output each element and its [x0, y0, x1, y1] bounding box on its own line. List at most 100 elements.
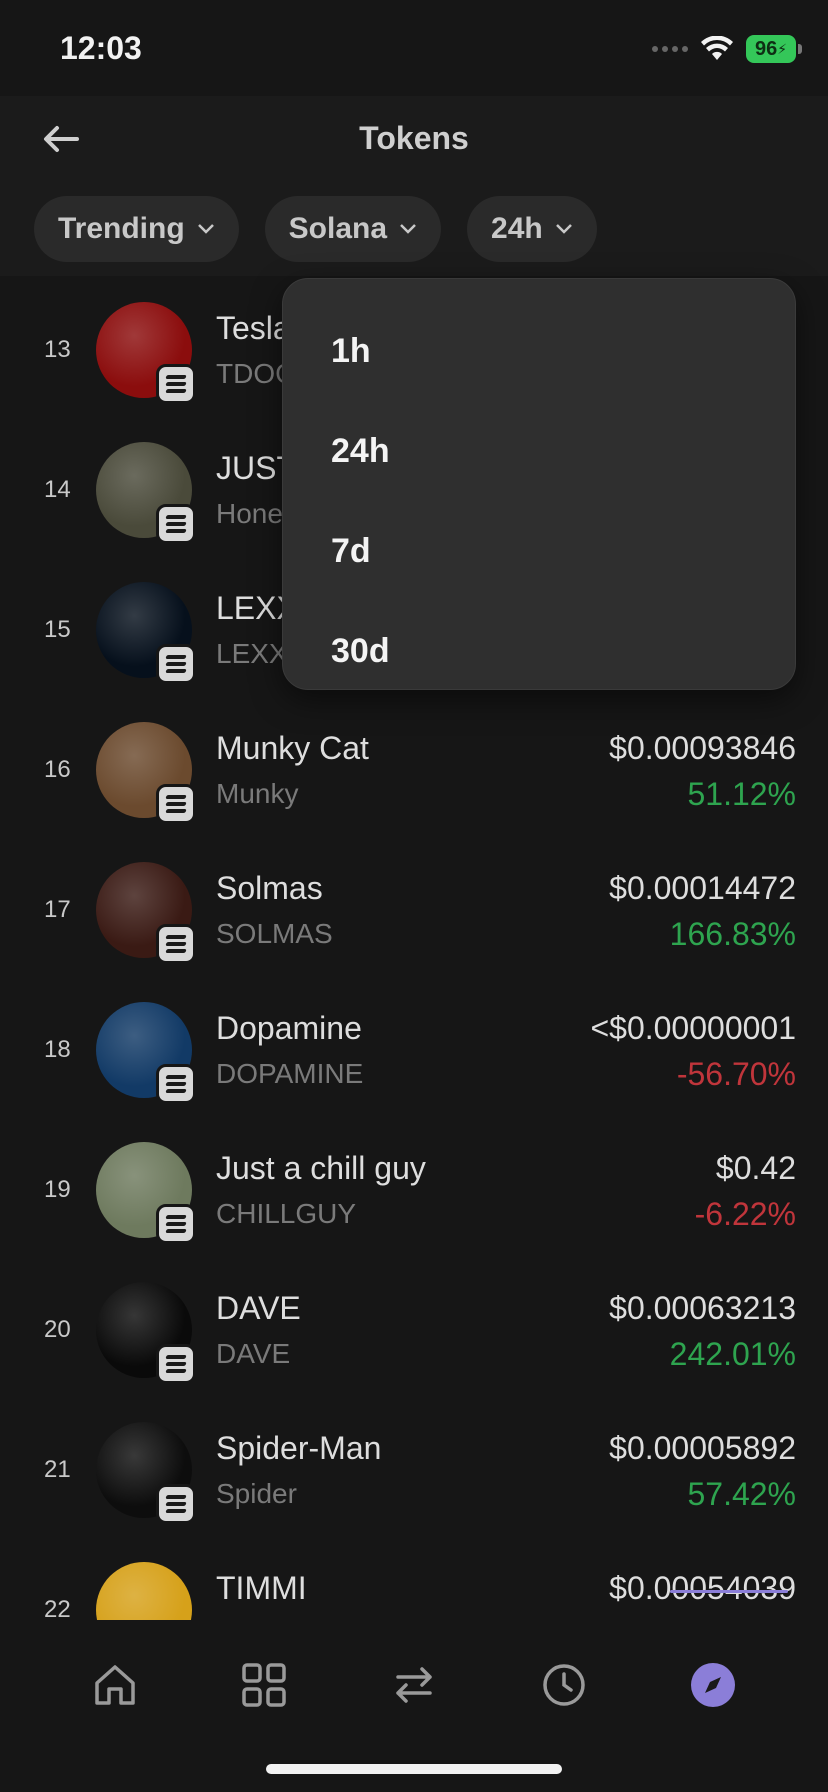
dropdown-option-1h[interactable]: 1h [283, 301, 795, 401]
battery-indicator: 96 ⚡ [746, 35, 802, 63]
token-price: <$0.00000001 [590, 1010, 796, 1046]
token-avatar [96, 302, 196, 404]
signal-icon [652, 46, 688, 52]
token-name: Tesla [216, 310, 291, 346]
token-rank: 22 [44, 1596, 71, 1620]
filter-trending[interactable]: Trending [34, 196, 239, 262]
token-avatar [96, 1002, 196, 1104]
token-row[interactable]: 17 Solmas SOLMAS $0.00014472 166.83% [0, 840, 828, 980]
token-price: $0.00054039 [609, 1570, 796, 1606]
token-name: Just a chill guy [216, 1150, 426, 1186]
filter-bar: Trending Solana 24h [34, 196, 597, 262]
token-row[interactable]: 21 Spider-Man Spider $0.00005892 57.42% [0, 1400, 828, 1540]
token-name: Munky Cat [216, 730, 369, 766]
compass-icon [691, 1663, 736, 1707]
token-change: -56.70% [676, 1056, 796, 1092]
nav-activity[interactable] [529, 1650, 599, 1720]
token-avatar [96, 1142, 196, 1244]
timeframe-dropdown: 1h 24h 7d 30d [282, 278, 796, 690]
token-rank: 18 [44, 1036, 71, 1063]
header: Tokens [0, 96, 828, 184]
token-name: Spider-Man [216, 1430, 382, 1466]
token-rank: 15 [44, 616, 71, 643]
filter-label: Solana [288, 212, 388, 245]
token-change: -6.22% [694, 1196, 796, 1232]
page-title: Tokens [359, 120, 469, 156]
token-rank: 20 [44, 1316, 71, 1343]
token-symbol: Munky [216, 778, 299, 809]
token-rank: 13 [44, 336, 71, 363]
nav-apps[interactable] [229, 1650, 299, 1720]
solana-icon [156, 784, 196, 824]
solana-icon [156, 364, 196, 404]
swap-icon [396, 1667, 432, 1703]
token-name: DAVE [216, 1290, 301, 1326]
chevron-down-icon [555, 224, 572, 234]
token-rank: 14 [44, 476, 71, 503]
token-price: $0.00005892 [609, 1430, 796, 1466]
chevron-down-icon [197, 224, 214, 234]
nav-explore[interactable] [678, 1650, 748, 1720]
token-avatar [96, 1422, 196, 1524]
filter-label: 24h [491, 212, 543, 245]
token-avatar [96, 442, 196, 544]
solana-icon [156, 1064, 196, 1104]
status-bar: 12:03 96 ⚡ [0, 0, 828, 96]
solana-icon [156, 1344, 196, 1384]
token-change: 166.83% [669, 916, 796, 952]
token-price: $0.00063213 [609, 1290, 796, 1326]
token-change: 51.12% [687, 776, 796, 812]
token-name: Dopamine [216, 1010, 362, 1046]
token-symbol: SOLMAS [216, 918, 333, 949]
token-rank: 19 [44, 1176, 71, 1203]
active-tab-indicator [670, 1590, 788, 1593]
nav-swap[interactable] [379, 1650, 449, 1720]
token-image [96, 1562, 192, 1620]
home-icon [95, 1665, 135, 1705]
solana-icon [156, 644, 196, 684]
token-row[interactable]: 18 Dopamine DOPAMINE <$0.00000001 -56.70… [0, 980, 828, 1120]
grid-icon [242, 1663, 287, 1707]
token-price: $0.00014472 [609, 870, 796, 906]
token-row[interactable]: 16 Munky Cat Munky $0.00093846 51.12% [0, 700, 828, 840]
dropdown-option-30d[interactable]: 30d [283, 601, 795, 701]
dropdown-option-24h[interactable]: 24h [283, 401, 795, 501]
token-symbol: CHILLGUY [216, 1198, 357, 1229]
token-avatar [96, 582, 196, 684]
status-icons: 96 ⚡ [652, 34, 802, 64]
solana-icon [156, 924, 196, 964]
dropdown-option-7d[interactable]: 7d [283, 501, 795, 601]
token-price: $0.42 [715, 1150, 796, 1186]
token-change: 57.42% [687, 1476, 796, 1512]
token-rank: 21 [44, 1456, 71, 1483]
token-symbol: Spider [216, 1478, 297, 1509]
wifi-icon [701, 36, 733, 60]
clock-icon [542, 1664, 585, 1706]
token-rank: 17 [44, 896, 71, 923]
token-change: 242.01% [669, 1336, 796, 1372]
token-row[interactable]: 19 Just a chill guy CHILLGUY $0.42 -6.22… [0, 1120, 828, 1260]
token-price: $0.00093846 [609, 730, 796, 766]
token-avatar [96, 862, 196, 964]
home-indicator [266, 1764, 562, 1774]
status-time: 12:03 [60, 30, 142, 66]
chevron-down-icon [400, 224, 416, 234]
token-symbol: DOPAMINE [216, 1058, 364, 1089]
filter-chain[interactable]: Solana [264, 196, 442, 262]
nav-home[interactable] [80, 1650, 150, 1720]
solana-icon [156, 1204, 196, 1244]
token-name: Solmas [216, 870, 323, 906]
token-row[interactable]: 22 TIMMI $0.00054039 [0, 1540, 828, 1620]
token-avatar [96, 722, 196, 824]
token-avatar [96, 1282, 196, 1384]
token-avatar [96, 1562, 192, 1620]
bottom-nav [0, 1590, 828, 1792]
solana-icon [156, 1484, 196, 1524]
filter-label: Trending [58, 212, 185, 245]
solana-icon [156, 504, 196, 544]
token-rank: 16 [44, 756, 71, 783]
token-row[interactable]: 20 DAVE DAVE $0.00063213 242.01% [0, 1260, 828, 1400]
token-symbol: DAVE [216, 1338, 291, 1369]
filter-timeframe[interactable]: 24h [467, 196, 597, 262]
token-name: TIMMI [216, 1570, 307, 1606]
